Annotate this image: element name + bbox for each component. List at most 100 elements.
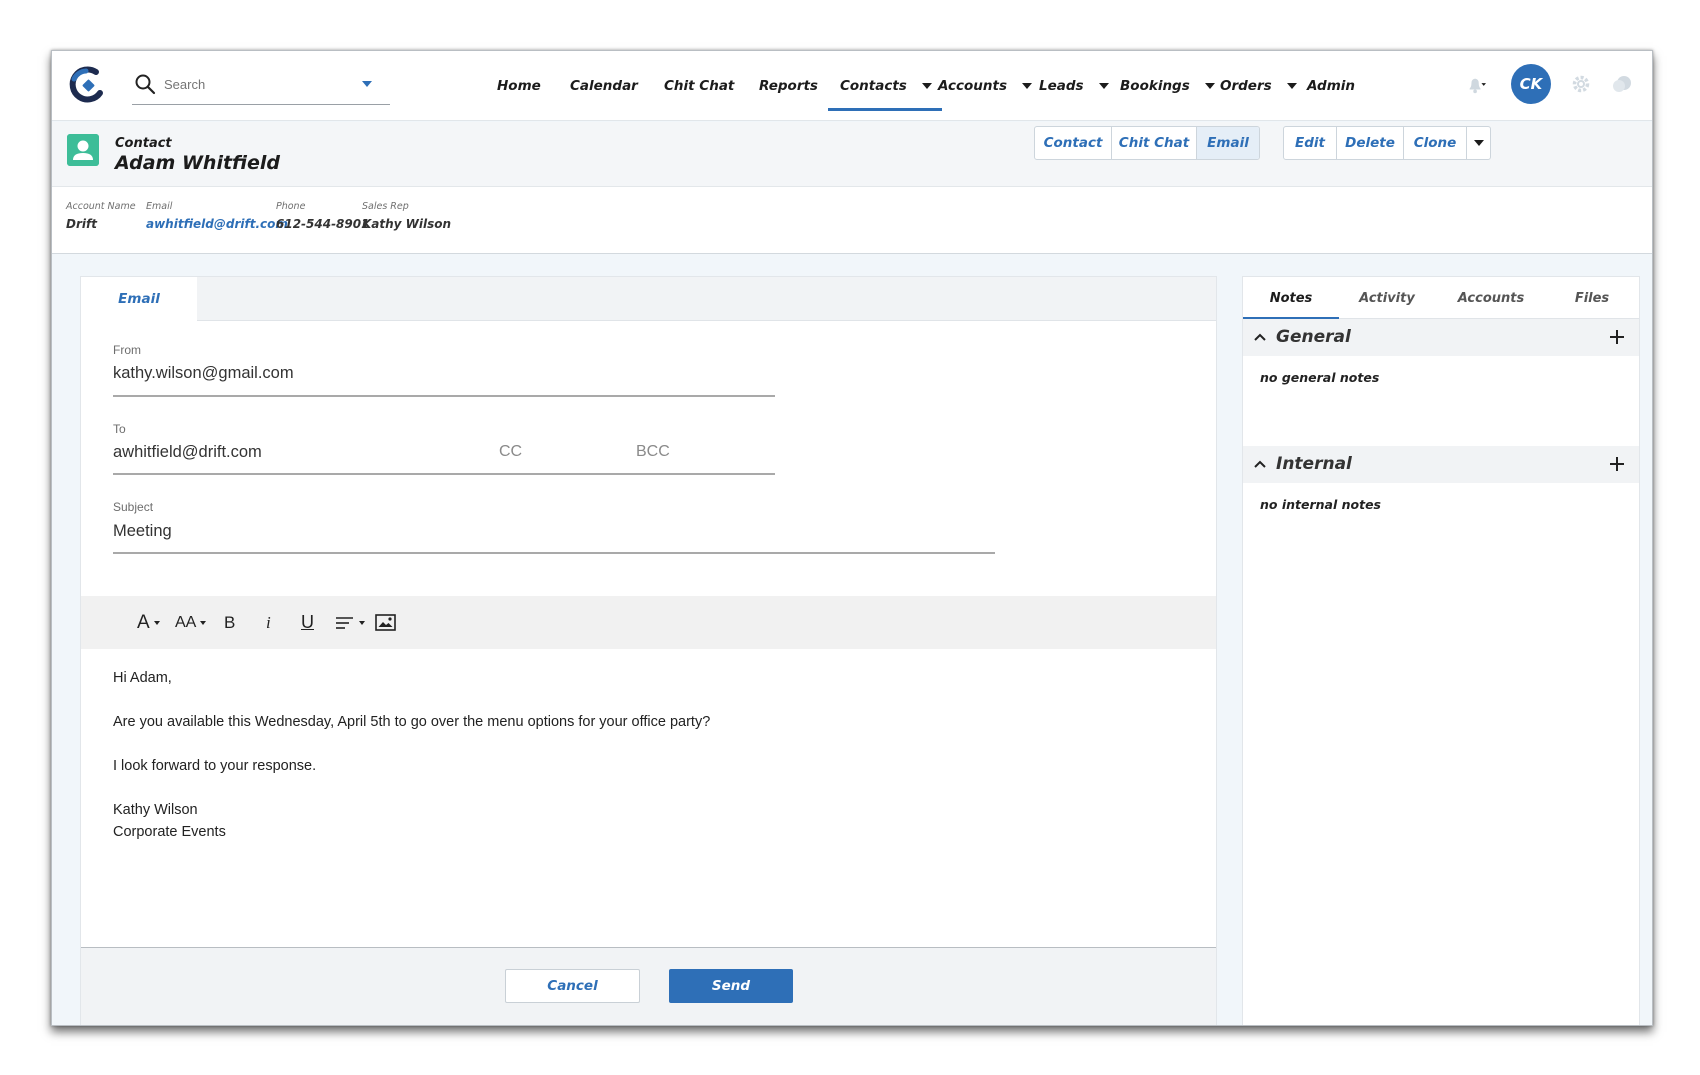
notes-side-panel: Notes Activity Accounts Files General no… (1242, 276, 1641, 1025)
top-navbar: Search Home Calendar Chit Chat Reports C… (52, 51, 1652, 121)
edit-button[interactable]: Edit (1284, 127, 1337, 159)
rich-text-toolbar: A AA B i U (81, 596, 1216, 649)
nav-accounts-label: Accounts (938, 78, 1008, 94)
nav-home[interactable]: Home (497, 51, 541, 121)
chevron-up-icon (1254, 460, 1266, 468)
nav-orders[interactable]: Orders (1220, 51, 1297, 121)
composer-tabs: Email (81, 277, 1216, 321)
email-body-greeting[interactable]: Hi Adam, (113, 670, 172, 686)
nav-bookings[interactable]: Bookings (1120, 51, 1215, 121)
search-scope-chevron-down-icon[interactable] (362, 81, 372, 87)
user-avatar[interactable]: CK (1511, 64, 1551, 104)
tab-chit-chat[interactable]: Chit Chat (1112, 127, 1197, 159)
chevron-down-icon (153, 620, 160, 625)
tab-files[interactable]: Files (1543, 277, 1641, 319)
cancel-button[interactable]: Cancel (505, 969, 640, 1003)
chat-bubbles-icon[interactable] (1611, 73, 1633, 95)
global-search[interactable]: Search (132, 68, 390, 105)
underline-button[interactable]: U (301, 596, 314, 649)
composer-footer: Cancel Send (81, 947, 1216, 1025)
email-body-line2[interactable]: I look forward to your response. (113, 758, 316, 774)
nav-reports[interactable]: Reports (759, 51, 818, 121)
account-name-label: Account Name (66, 201, 136, 212)
image-icon (375, 614, 396, 631)
font-size-button[interactable]: AA (175, 596, 207, 649)
search-input[interactable]: Search (164, 77, 205, 92)
nav-leads-label: Leads (1039, 78, 1084, 94)
add-general-note-plus-icon[interactable] (1609, 329, 1625, 345)
align-left-icon (336, 616, 353, 629)
record-actions: Edit Delete Clone (1283, 126, 1491, 160)
nav-bookings-label: Bookings (1120, 78, 1190, 94)
align-button[interactable] (335, 596, 365, 649)
nav-chit-chat[interactable]: Chit Chat (664, 51, 734, 121)
chevron-down-icon (200, 620, 207, 625)
subject-field[interactable]: Meeting (113, 522, 172, 541)
tab-email[interactable]: Email (1197, 127, 1259, 159)
send-button[interactable]: Send (669, 969, 793, 1003)
nav-accounts[interactable]: Accounts (938, 51, 1033, 121)
bold-button[interactable]: B (224, 596, 235, 649)
chevron-down-icon (1022, 83, 1033, 89)
font-family-icon: A (137, 611, 150, 633)
chevron-down-icon (921, 83, 932, 89)
email-body-line1[interactable]: Are you available this Wednesday, April … (113, 714, 710, 730)
general-notes-empty: no general notes (1260, 370, 1380, 385)
record-highlights: Account Name Drift Email awhitfield@drif… (52, 187, 1652, 254)
tab-email-compose[interactable]: Email (81, 277, 197, 321)
delete-button[interactable]: Delete (1337, 127, 1404, 159)
contact-person-icon (67, 134, 99, 166)
phone-value: 612-544-8901 (276, 217, 370, 231)
search-icon (135, 74, 156, 95)
chevron-down-icon (1098, 83, 1109, 89)
chevron-down-icon (359, 620, 365, 625)
tab-accounts[interactable]: Accounts (1441, 277, 1541, 319)
phone-label: Phone (276, 201, 306, 212)
tab-notes[interactable]: Notes (1243, 277, 1339, 320)
tab-activity[interactable]: Activity (1339, 277, 1435, 319)
account-name-value: Drift (66, 217, 97, 231)
subject-label: Subject (113, 500, 154, 514)
chevron-down-icon (1204, 83, 1215, 89)
nav-contacts[interactable]: Contacts (828, 51, 942, 121)
notifications-bell-icon[interactable] (1466, 75, 1486, 95)
to-field[interactable]: awhitfield@drift.com (113, 443, 262, 462)
insert-image-button[interactable] (375, 596, 396, 649)
email-signature-title[interactable]: Corporate Events (113, 824, 226, 840)
font-family-button[interactable]: A (137, 596, 160, 649)
side-tabs: Notes Activity Accounts Files (1243, 277, 1641, 320)
tab-contact[interactable]: Contact (1035, 127, 1112, 159)
sales-rep-label: Sales Rep (362, 201, 409, 212)
from-field[interactable]: kathy.wilson@gmail.com (113, 364, 294, 383)
from-label: From (113, 343, 141, 357)
internal-notes-header[interactable]: Internal (1243, 446, 1639, 483)
subject-underline (113, 552, 995, 554)
chevron-up-icon (1254, 333, 1266, 341)
nav-leads[interactable]: Leads (1039, 51, 1109, 121)
add-internal-note-plus-icon[interactable] (1609, 456, 1625, 472)
bcc-field[interactable]: BCC (636, 443, 670, 461)
app-window: Search Home Calendar Chit Chat Reports C… (51, 50, 1653, 1026)
record-view-switcher: Contact Chit Chat Email (1034, 126, 1260, 160)
internal-notes-empty: no internal notes (1260, 497, 1381, 512)
email-signature-name[interactable]: Kathy Wilson (113, 802, 198, 818)
app-logo-icon[interactable] (66, 65, 106, 105)
internal-notes-title: Internal (1276, 454, 1352, 474)
clone-button[interactable]: Clone (1404, 127, 1467, 159)
sales-rep-value: Kathy Wilson (362, 217, 452, 231)
more-actions-button[interactable] (1467, 127, 1490, 159)
general-notes-header[interactable]: General (1243, 319, 1639, 356)
nav-admin[interactable]: Admin (1307, 51, 1355, 121)
from-underline (113, 395, 775, 397)
font-size-icon: AA (175, 613, 197, 631)
nav-calendar[interactable]: Calendar (570, 51, 638, 121)
to-underline (113, 473, 775, 475)
gear-icon[interactable] (1570, 73, 1592, 95)
nav-orders-label: Orders (1220, 78, 1272, 94)
chevron-down-icon (1473, 140, 1484, 146)
italic-button[interactable]: i (266, 596, 271, 649)
email-link[interactable]: awhitfield@drift.com (146, 217, 288, 231)
chevron-down-icon (1286, 83, 1297, 89)
cc-field[interactable]: CC (499, 443, 522, 461)
to-label: To (113, 422, 126, 436)
